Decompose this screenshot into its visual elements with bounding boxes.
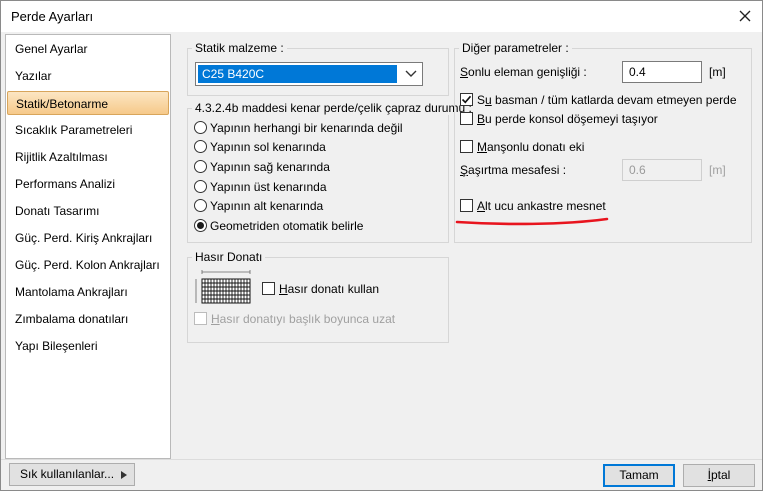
use-mesh-checkbox[interactable] — [262, 282, 275, 295]
sidebar-item-donati-tasarimi[interactable]: Donatı Tasarımı — [7, 199, 169, 223]
groundwater-checkbox-row[interactable]: Su basman / tüm katlarda devam etmeyen p… — [460, 92, 737, 110]
title-bar: Perde Ayarları — [1, 1, 762, 32]
radio-label: Yapının üst kenarında — [210, 180, 327, 194]
red-annotation-underline — [455, 217, 609, 226]
fixed-support-label: Alt ucu ankastre mesnet — [477, 199, 606, 213]
radio-bottom-edge[interactable]: Yapının alt kenarında — [194, 197, 434, 215]
radio-button[interactable] — [194, 121, 207, 134]
fe-width-unit: [m] — [709, 65, 726, 79]
fixed-support-checkbox[interactable] — [460, 199, 473, 212]
sidebar-item-mantolama-ankrajlari[interactable]: Mantolama Ankrajları — [7, 280, 169, 304]
groundwater-label: Su basman / tüm katlarda devam etmeyen p… — [477, 93, 737, 107]
sidebar-item-yazilar[interactable]: Yazılar — [7, 64, 169, 88]
fe-width-label: Sonlu eleman genişliği : — [460, 65, 587, 79]
chevron-right-icon — [121, 471, 127, 479]
window-title: Perde Ayarları — [11, 9, 94, 24]
sidebar-item-performans-analizi[interactable]: Performans Analizi — [7, 172, 169, 196]
sidebar-item-label: Yapı Bileşenleri — [15, 339, 98, 353]
chevron-down-icon — [405, 70, 417, 77]
material-select-value: C25 B420C — [198, 65, 397, 83]
sidebar-item-label: Yazılar — [15, 69, 52, 83]
sidebar-item-yapi-bilesenleri[interactable]: Yapı Bileşenleri — [7, 334, 169, 358]
sidebar-item-sicaklik-parametreleri[interactable]: Sıcaklık Parametreleri — [7, 118, 169, 142]
radio-button[interactable] — [194, 140, 207, 153]
radio-button[interactable] — [194, 180, 207, 193]
sidebar-item-label: Güç. Perd. Kiriş Ankrajları — [15, 231, 153, 245]
settings-category-list: Genel Ayarlar Yazılar Statik/Betonarme S… — [5, 34, 171, 459]
radio-label: Yapının sağ kenarında — [210, 160, 330, 174]
stagger-label: Şaşırtma mesafesi : — [460, 163, 567, 177]
sidebar-item-label: Zımbalama donatıları — [15, 312, 129, 326]
radio-top-edge[interactable]: Yapının üst kenarında — [194, 178, 434, 196]
sidebar-item-label: Güç. Perd. Kolon Ankrajları — [15, 258, 160, 272]
use-mesh-checkbox-row[interactable]: Hasır donatı kullan — [262, 281, 382, 299]
sidebar-item-kiris-ankrajlari[interactable]: Güç. Perd. Kiriş Ankrajları — [7, 226, 169, 250]
footer-divider — [1, 459, 762, 460]
fe-width-input[interactable]: 0.4 — [622, 61, 702, 83]
favorites-button[interactable]: Sık kullanılanlar... — [9, 463, 135, 486]
ok-button[interactable]: Tamam — [603, 464, 675, 487]
dialog-window: Perde Ayarları Genel Ayarlar Yazılar Sta… — [0, 0, 763, 491]
extend-mesh-label: Hasır donatıyı başlık boyunca uzat — [211, 312, 396, 326]
sidebar-item-label: Statik/Betonarme — [16, 97, 109, 111]
material-select[interactable]: C25 B420C — [195, 62, 423, 86]
sidebar-item-statik-betonarme[interactable]: Statik/Betonarme — [7, 91, 169, 115]
other-parameters-title: Diğer parametreler : — [459, 41, 572, 55]
cantilever-checkbox[interactable] — [460, 112, 473, 125]
close-button[interactable] — [734, 5, 756, 27]
static-material-title: Statik malzeme : — [192, 41, 287, 55]
radio-right-edge[interactable]: Yapının sağ kenarında — [194, 158, 434, 176]
stagger-input[interactable]: 0.6 — [622, 159, 702, 181]
radio-not-on-edge[interactable]: Yapının herhangi bir kenarında değil — [194, 119, 434, 137]
favorites-label: Sık kullanılanlar... — [20, 467, 115, 481]
sidebar-item-label: Mantolama Ankrajları — [15, 285, 128, 299]
radio-auto-geometry[interactable]: Geometriden otomatik belirle — [194, 217, 434, 235]
radio-button[interactable] — [194, 160, 207, 173]
sidebar-item-label: Genel Ayarlar — [15, 42, 88, 56]
stagger-unit: [m] — [709, 163, 726, 177]
use-mesh-label: Hasır donatı kullan — [279, 282, 380, 296]
radio-button[interactable] — [194, 219, 207, 232]
sidebar-item-label: Rijitlik Azaltılması — [15, 150, 108, 164]
mesh-title: Hasır Donatı — [192, 250, 266, 264]
cantilever-checkbox-row[interactable]: Bu perde konsol döşemeyi taşıyor — [460, 111, 660, 129]
radio-label: Geometriden otomatik belirle — [210, 219, 364, 233]
cantilever-label: Bu perde konsol döşemeyi taşıyor — [477, 112, 658, 126]
radio-label: Yapının sol kenarında — [210, 140, 326, 154]
coupler-checkbox[interactable] — [460, 140, 473, 153]
sidebar-item-genel-ayarlar[interactable]: Genel Ayarlar — [7, 37, 169, 61]
sidebar-item-label: Donatı Tasarımı — [15, 204, 100, 218]
checkmark-icon — [461, 95, 472, 104]
sidebar-item-label: Sıcaklık Parametreleri — [15, 123, 133, 137]
mesh-reinforcement-icon — [195, 270, 251, 304]
edge-wall-title: 4.3.2.4b maddesi kenar perde/çelik çapra… — [192, 101, 475, 115]
cancel-button[interactable]: İptal — [683, 464, 755, 487]
radio-left-edge[interactable]: Yapının sol kenarında — [194, 138, 434, 156]
extend-mesh-checkbox[interactable] — [194, 312, 207, 325]
coupler-checkbox-row[interactable]: Manşonlu donatı eki — [460, 139, 610, 157]
sidebar-item-rijitlik-azaltilmasi[interactable]: Rijitlik Azaltılması — [7, 145, 169, 169]
close-icon — [739, 10, 751, 22]
radio-label: Yapının alt kenarında — [210, 199, 324, 213]
sidebar-item-zimbalama-donatilari[interactable]: Zımbalama donatıları — [7, 307, 169, 331]
extend-mesh-checkbox-row[interactable]: Hasır donatıyı başlık boyunca uzat — [194, 311, 414, 329]
sidebar-item-kolon-ankrajlari[interactable]: Güç. Perd. Kolon Ankrajları — [7, 253, 169, 277]
radio-label: Yapının herhangi bir kenarında değil — [210, 121, 403, 135]
groundwater-checkbox[interactable] — [460, 93, 473, 106]
radio-button[interactable] — [194, 199, 207, 212]
sidebar-item-label: Performans Analizi — [15, 177, 116, 191]
coupler-label: Manşonlu donatı eki — [477, 140, 585, 154]
